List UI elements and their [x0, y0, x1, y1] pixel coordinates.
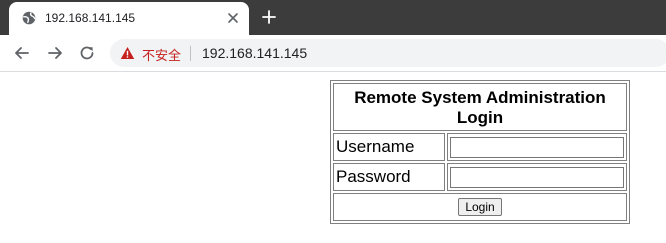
url-text[interactable]: 192.168.141.145 — [202, 45, 307, 61]
username-label: Username — [333, 133, 445, 161]
reload-icon[interactable] — [78, 44, 96, 62]
globe-icon — [22, 11, 36, 25]
warning-triangle-icon[interactable] — [120, 46, 135, 60]
login-table: Remote System Administration Login Usern… — [330, 80, 630, 224]
browser-tabstrip: 192.168.141.145 — [0, 0, 666, 35]
page-content: Remote System Administration Login Usern… — [0, 72, 666, 243]
username-cell — [447, 133, 627, 161]
tab-title: 192.168.141.145 — [45, 11, 136, 25]
browser-tab[interactable]: 192.168.141.145 — [9, 2, 249, 35]
omnibox-divider — [190, 46, 191, 61]
login-button[interactable]: Login — [458, 198, 502, 216]
arrow-right-icon[interactable] — [46, 44, 64, 62]
security-status-label[interactable]: 不安全 — [142, 45, 181, 64]
address-bar[interactable]: 不安全 192.168.141.145 — [110, 39, 666, 67]
username-input[interactable] — [450, 136, 624, 158]
submit-cell: Login — [333, 193, 627, 221]
close-icon[interactable] — [226, 11, 240, 25]
password-input[interactable] — [450, 166, 624, 188]
password-label: Password — [333, 163, 445, 191]
arrow-left-icon[interactable] — [13, 44, 31, 62]
login-title: Remote System Administration Login — [333, 83, 627, 131]
plus-icon[interactable] — [262, 10, 276, 24]
browser-toolbar: 不安全 192.168.141.145 — [0, 35, 666, 72]
password-cell — [447, 163, 627, 191]
